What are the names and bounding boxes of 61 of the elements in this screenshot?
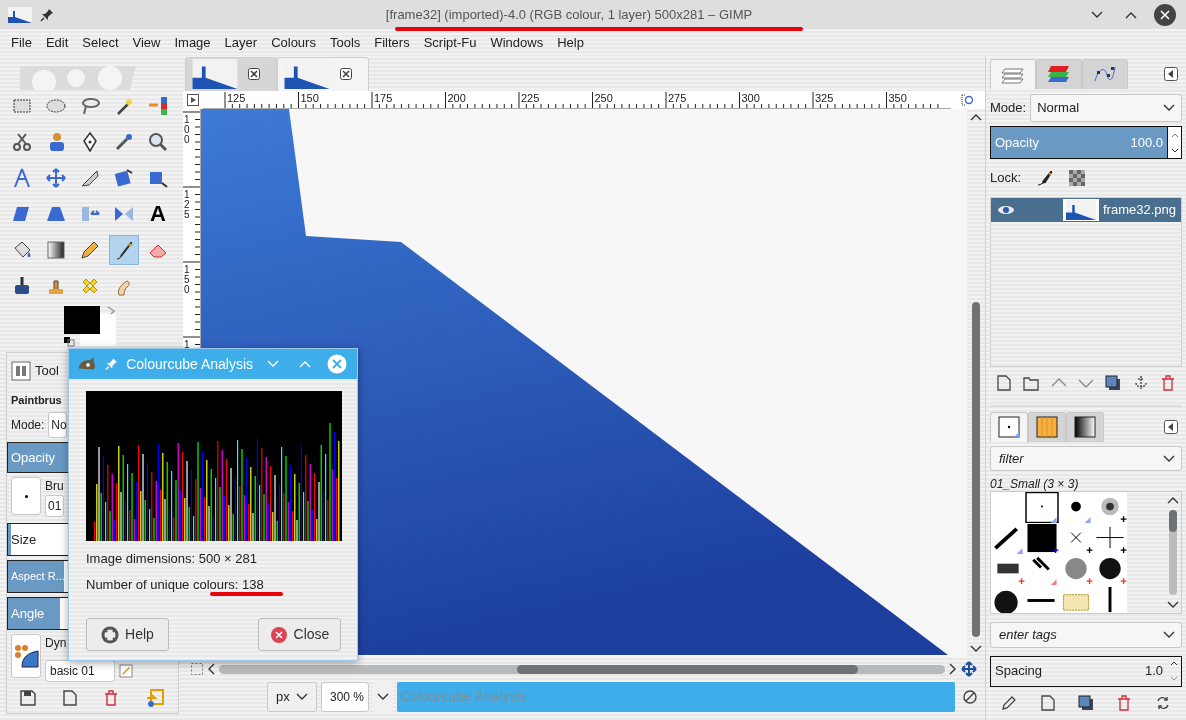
brush-name: 01_Small (3 × 3) — [990, 477, 1079, 492]
menu-item[interactable]: File — [4, 32, 39, 53]
ruler-label: 325 — [815, 91, 834, 104]
menu-item[interactable]: Layer — [217, 32, 265, 53]
close-button[interactable]: Close — [258, 618, 341, 651]
spinner-label: Spacing — [995, 662, 1042, 681]
filter-combo[interactable]: filter — [990, 445, 1182, 472]
menu-item[interactable]: Help — [550, 32, 591, 53]
unit-combo[interactable]: px — [267, 681, 317, 712]
ruler-label: 350 — [888, 91, 907, 104]
mode-combo[interactable]: No — [48, 411, 68, 438]
field-label: Bru — [45, 478, 64, 495]
spinner-value: 100.0 — [1130, 134, 1163, 153]
menu-item[interactable]: View — [125, 32, 168, 53]
menu-item[interactable]: Script-Fu — [416, 32, 484, 53]
combo-value: Normal — [1037, 98, 1080, 117]
dialog-title: Colourcube Analysis — [126, 354, 254, 374]
menu-item[interactable]: Edit — [38, 32, 76, 53]
filter-field[interactable]: filter — [997, 447, 1163, 470]
brush-name-field[interactable]: 01 — [45, 495, 64, 517]
layer-name: frame32.png — [1103, 200, 1176, 219]
window-title: [frame32] (imported)-4.0 (RGB colour, 1 layer) 500x281 – GIMP — [385, 5, 753, 24]
ruler-label: 275 — [668, 91, 687, 104]
ruler-label: 125 — [227, 91, 246, 104]
spacing-spinner[interactable]: Spacing 1.0 — [990, 655, 1182, 687]
tags-combo[interactable]: enter tags — [990, 622, 1182, 648]
help-button[interactable]: Help — [86, 618, 169, 651]
zoom-field[interactable]: 300 % — [321, 681, 369, 712]
dynamics-name-field[interactable]: basic 01 — [45, 659, 115, 682]
ruler-label: 1 — [184, 339, 191, 350]
field-label: Lock: — [990, 169, 1022, 188]
unit-value: px — [276, 688, 290, 706]
menu-item[interactable]: Image — [167, 32, 218, 53]
field-label: Dyn — [45, 634, 67, 652]
spinner-label: Opacity — [995, 134, 1040, 153]
ruler-label: 200 — [447, 91, 466, 104]
menu-item[interactable]: Tools — [322, 32, 368, 53]
panel-title: Tool — [35, 362, 59, 381]
spinner-value: 1.0 — [1144, 662, 1163, 681]
ruler-label: 150 — [300, 91, 319, 104]
ruler-label: 250 — [594, 91, 613, 104]
mode-combo[interactable]: Normal — [1030, 93, 1182, 122]
field-label: Mode: — [990, 98, 1027, 117]
layer-row[interactable]: frame32.png — [991, 197, 1181, 222]
ruler-label: 175 — [374, 91, 393, 104]
menu-item[interactable]: Windows — [483, 32, 551, 53]
ruler-label: 100 — [184, 114, 191, 145]
ruler-label: 225 — [521, 91, 540, 104]
unique-colours-text: Number of unique colours: 138 — [86, 576, 264, 592]
image-dimensions-text: Image dimensions: 500 × 281 — [86, 551, 257, 566]
ruler-label: 300 — [741, 91, 760, 104]
menu-item[interactable]: Filters — [367, 32, 417, 53]
field-label: Mode: — [11, 416, 45, 434]
ruler-label: 150 — [184, 264, 191, 295]
menu-item[interactable]: Select — [75, 32, 126, 53]
ruler-label: 125 — [184, 189, 191, 220]
progress-text: Colourcube Analysis — [399, 687, 527, 707]
tags-field[interactable]: enter tags — [997, 624, 1163, 646]
menu-item[interactable]: Colours — [264, 32, 323, 53]
tool-name: Paintbrus — [11, 393, 62, 406]
tool-button[interactable]: A — [143, 198, 173, 229]
